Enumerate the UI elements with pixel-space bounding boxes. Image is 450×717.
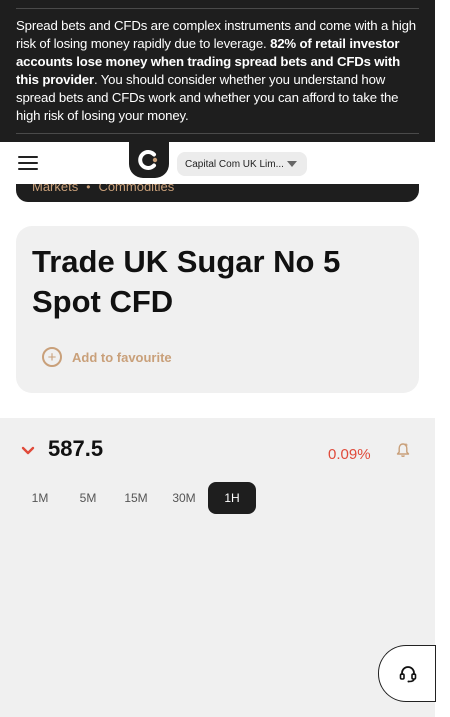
add-to-favourite-button[interactable]: + Add to favourite [42, 347, 172, 367]
risk-warning-banner: Spread bets and CFDs are complex instrum… [0, 0, 435, 142]
menu-icon[interactable] [18, 156, 38, 170]
timeframe-1h[interactable]: 1H [208, 482, 256, 514]
add-to-favourite-label: Add to favourite [72, 349, 172, 365]
divider [435, 645, 436, 702]
caret-down-icon [287, 161, 297, 167]
price-alert-bell-icon[interactable] [396, 442, 410, 458]
chevron-down-icon [21, 446, 35, 455]
entity-selector-label: Capital Com UK Lim... [185, 158, 284, 170]
capital-com-logo-icon[interactable] [129, 142, 169, 178]
price-change-percent: 0.09% [328, 446, 371, 463]
timeframe-15m[interactable]: 15M [112, 482, 160, 514]
divider [16, 133, 419, 134]
current-price: 587.5 [48, 436, 104, 461]
entity-selector[interactable]: Capital Com UK Lim... [177, 152, 307, 176]
page-title: Trade UK Sugar No 5 Spot CFD [32, 244, 341, 319]
timeframe-5m[interactable]: 5M [64, 482, 112, 514]
support-chat-button[interactable] [378, 645, 436, 702]
timeframe-30m[interactable]: 30M [160, 482, 208, 514]
divider [16, 8, 419, 9]
instrument-title-card: Trade UK Sugar No 5 Spot CFD + Add to fa… [16, 226, 419, 393]
chart-section: 587.5 0.09% 1M 5M 15M 30M 1H [0, 418, 435, 717]
quote-row: 587.5 0.09% [0, 418, 435, 478]
top-navigation-bar: Capital Com UK Lim... [0, 142, 435, 184]
timeframe-selector: 1M 5M 15M 30M 1H [16, 482, 256, 514]
plus-circle-icon: + [42, 347, 62, 367]
risk-warning-text: Spread bets and CFDs are complex instrum… [16, 17, 420, 125]
headset-icon [399, 665, 416, 682]
timeframe-1m[interactable]: 1M [16, 482, 64, 514]
